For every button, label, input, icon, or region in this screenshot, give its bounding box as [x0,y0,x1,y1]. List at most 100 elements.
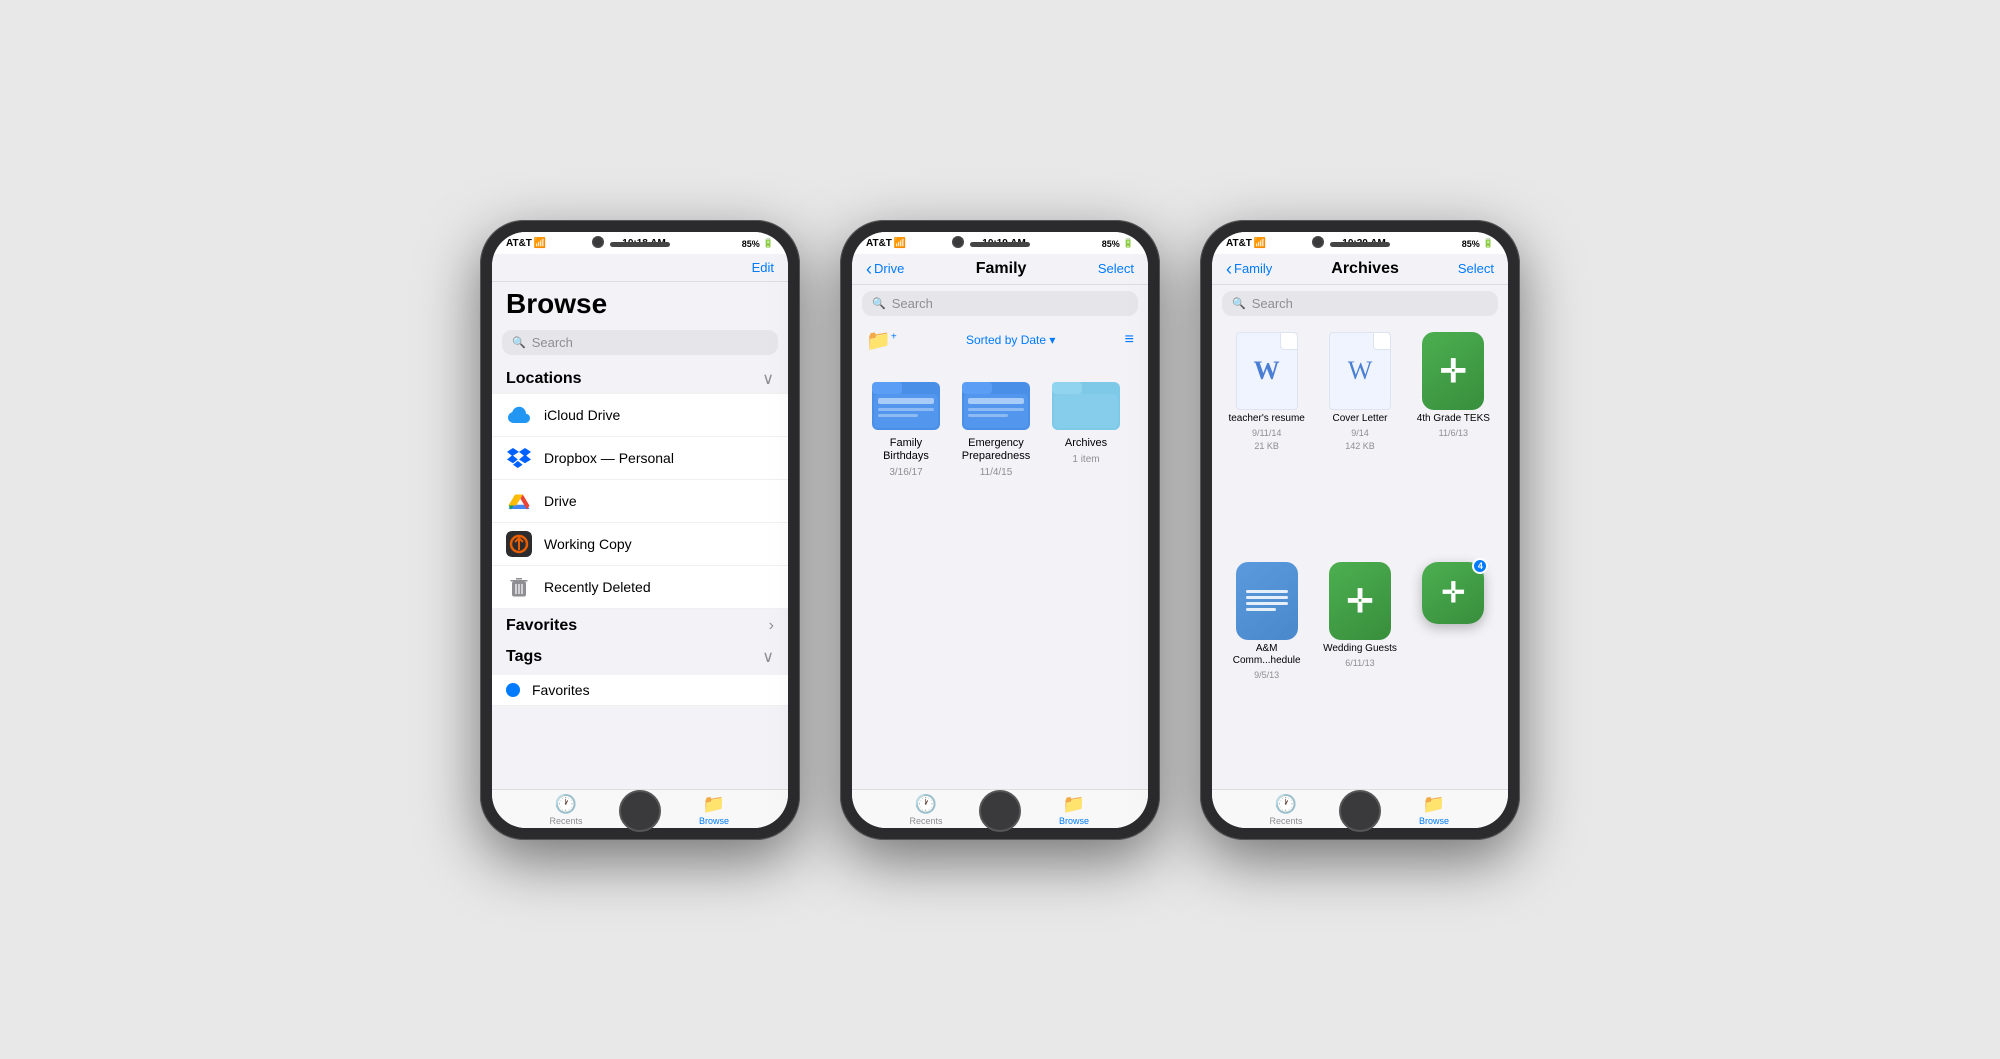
wedding-date: 6/11/13 [1345,658,1374,668]
back-button-3[interactable]: Family [1226,260,1272,278]
tab-browse-2[interactable]: 📁 Browse [1000,794,1148,826]
tags-header[interactable]: Tags ∨ [492,639,788,671]
list-item-dropbox[interactable]: Dropbox — Personal [492,437,788,480]
cross-symbol-wedding: ✛ [1347,582,1374,620]
status-left-2: AT&T 📶 [866,238,906,249]
family-search-bar[interactable]: 🔍 Search [862,291,1138,316]
new-folder-button[interactable]: 📁+ [866,328,897,353]
tab-browse-1[interactable]: 📁 Browse [640,794,788,826]
favorites-label: Favorites [506,617,577,635]
archives-screen: 🔍 Search W teacher's resume 9/11/14 21 K… [1212,285,1508,789]
list-item-recentlydeleted[interactable]: Recently Deleted [492,566,788,609]
coverletter-date: 9/14 [1351,428,1369,438]
recents-icon-3: 🕐 [1275,794,1297,815]
archive-4thgrade-teks[interactable]: ✛ 4th Grade TEKS 11/6/13 [1413,332,1494,550]
am-name: A&M Comm...hedule [1226,643,1307,667]
battery-icon-2: 🔋 [1123,238,1134,249]
time: 10:18 AM [622,238,666,249]
search-placeholder: Search [532,335,573,350]
search-icon: 🔍 [512,336,526,349]
home-button-3[interactable] [1339,790,1381,832]
battery-icon-3: 🔋 [1483,238,1494,249]
archive-wedding-guests[interactable]: ✛ Wedding Guests 6/11/13 [1319,562,1400,779]
wifi-icon-3: 📶 [1254,238,1266,249]
list-view-button[interactable]: ≡ [1125,331,1134,349]
folder-emergency[interactable]: Emergency Preparedness 11/4/15 [956,369,1036,779]
folder-name-emergency: Emergency Preparedness [956,437,1036,463]
doc-icon-coverletter: W [1329,332,1391,410]
dropbox-label: Dropbox — Personal [544,450,674,466]
tag-favorites-label: Favorites [532,682,590,698]
archives-search-bar[interactable]: 🔍 Search [1222,291,1498,316]
browse-icon-3: 📁 [1423,794,1445,815]
folder-icon-emergency [961,369,1031,433]
tab-recents-3[interactable]: 🕐 Recents [1212,794,1360,826]
folder-name-birthdays: Family Birthdays [866,437,946,463]
favorites-header[interactable]: Favorites › [492,609,788,639]
list-item-workingcopy[interactable]: Working Copy [492,523,788,566]
status-bar-3: AT&T 📶 10:20 AM 85% 🔋 [1212,232,1508,254]
doc-icon-resume: W [1236,332,1298,410]
browse-icon: 📁 [703,794,725,815]
select-button-2[interactable]: Select [1098,261,1134,276]
folder-date-emergency: 11/4/15 [980,467,1013,478]
doc-line [1246,590,1288,593]
status-left-3: AT&T 📶 [1226,238,1266,249]
tab-recents-2[interactable]: 🕐 Recents [852,794,1000,826]
tag-favorites[interactable]: Favorites [492,675,788,706]
locations-label: Locations [506,370,582,388]
archive-am-schedule[interactable]: A&M Comm...hedule 9/5/13 [1226,562,1307,779]
search-icon-2: 🔍 [872,297,886,310]
folder-icon-archives [1051,369,1121,433]
browse-search-bar[interactable]: 🔍 Search [502,330,778,355]
nav-bar-1: Edit [492,254,788,282]
coverletter-name: Cover Letter [1332,413,1387,425]
battery-icon: 🔋 [763,238,774,249]
workingcopy-label: Working Copy [544,536,632,552]
tab-recents-1[interactable]: 🕐 Recents [492,794,640,826]
family-search-placeholder: Search [892,296,933,311]
select-button-3[interactable]: Select [1458,261,1494,276]
browse-label-3: Browse [1419,816,1449,826]
home-button-1[interactable] [619,790,661,832]
sort-button[interactable]: Sorted by Date ▾ [966,333,1055,347]
carrier-3: AT&T [1226,238,1252,249]
tags-list: Favorites [492,675,788,706]
archive-floating[interactable]: ✛ 4 [1413,562,1494,779]
battery-2: 85% [1102,239,1120,249]
edit-button[interactable]: Edit [685,260,774,275]
wifi-icon: 📶 [534,238,546,249]
drive-label: Drive [544,493,577,509]
badge-count: 4 [1472,558,1488,574]
browse-title-area: Browse [492,282,788,324]
list-item-drive[interactable]: Drive [492,480,788,523]
folder-date-archives: 1 item [1072,454,1099,465]
tab-browse-3[interactable]: 📁 Browse [1360,794,1508,826]
folder-archives[interactable]: Archives 1 item [1046,369,1126,779]
blue-doc-icon-am [1236,562,1298,640]
folder-date-birthdays: 3/16/17 [889,467,922,478]
home-button-2[interactable] [979,790,1021,832]
cross-symbol-floating: ✛ [1442,576,1465,609]
drive-icon [506,488,532,514]
status-right-2: 85% 🔋 [1102,238,1134,249]
phone-3: AT&T 📶 10:20 AM 85% 🔋 Family Archives Se… [1200,220,1520,840]
doc-letter-w-bold: W [1254,356,1280,386]
archive-teachers-resume[interactable]: W teacher's resume 9/11/14 21 KB [1226,332,1307,550]
locations-header[interactable]: Locations ∨ [492,361,788,393]
cross-symbol-teks: ✛ [1440,352,1467,390]
favorites-chevron-icon: › [769,617,774,635]
folder-family-birthdays[interactable]: Family Birthdays 3/16/17 [866,369,946,779]
battery-3: 85% [1462,239,1480,249]
back-button-2[interactable]: Drive [866,260,904,278]
list-item-icloud[interactable]: iCloud Drive [492,393,788,437]
doc-lines-am [1238,582,1296,619]
recents-label-3: Recents [1269,816,1302,826]
tag-dot-blue [506,683,520,697]
resume-date: 9/11/14 [1252,428,1281,438]
cross-icon-teks: ✛ [1422,332,1484,410]
wifi-icon-2: 📶 [894,238,906,249]
phone-1: AT&T 📶 10:18 AM 85% 🔋 Edit Browse 🔍 Sea [480,220,800,840]
trash-icon [506,574,532,600]
archive-cover-letter[interactable]: W Cover Letter 9/14 142 KB [1319,332,1400,550]
